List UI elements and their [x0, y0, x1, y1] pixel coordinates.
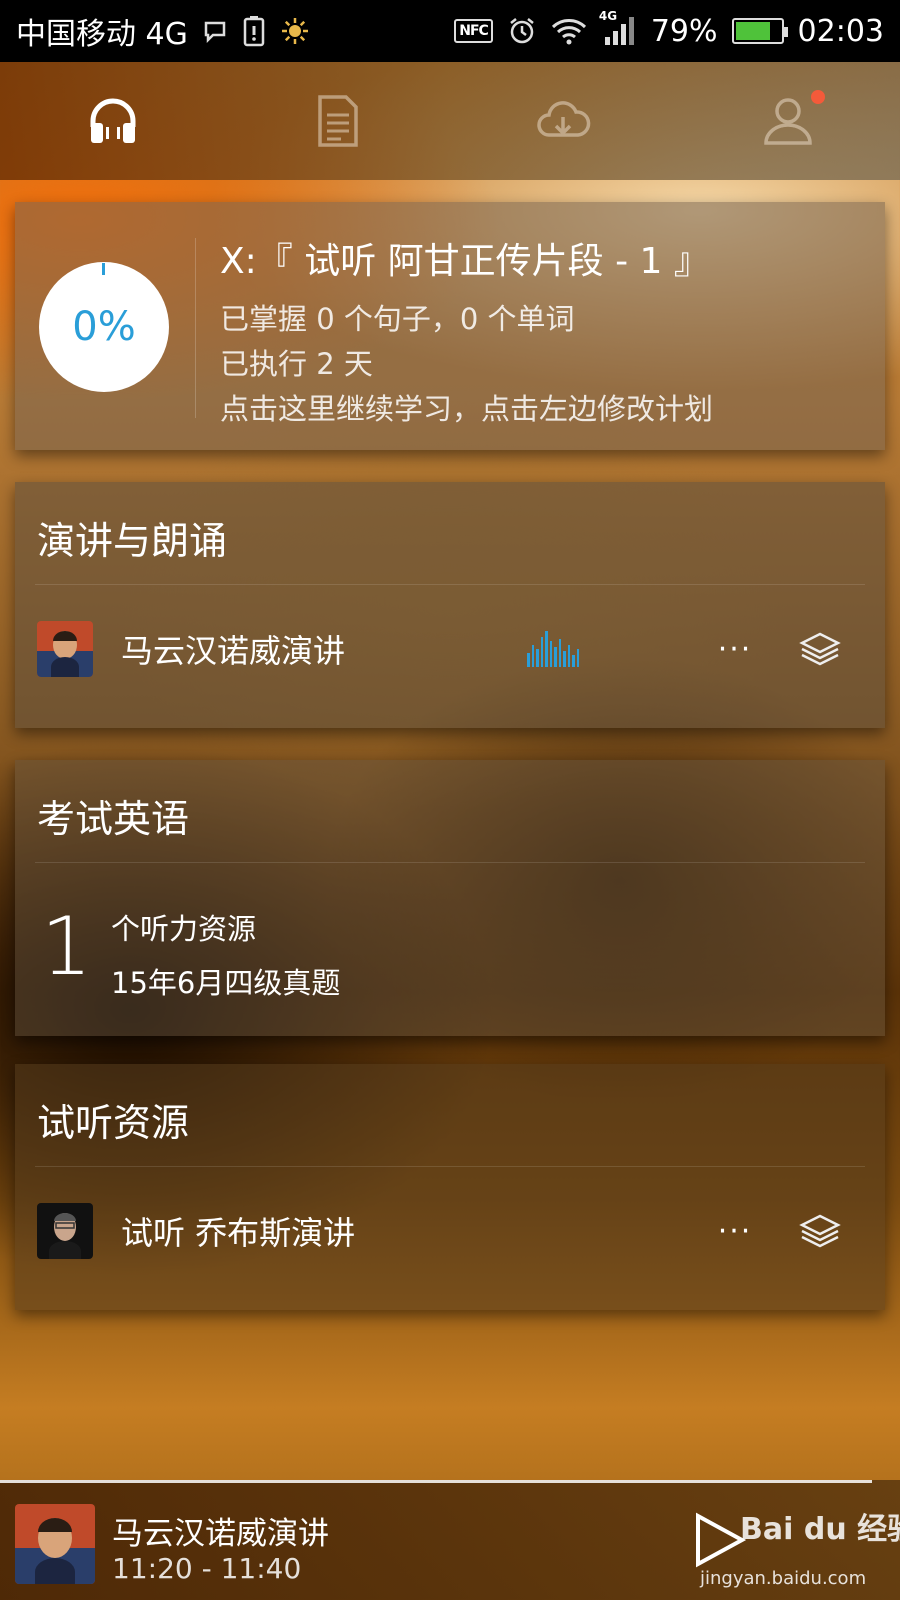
- item-title: 马云汉诺威演讲: [121, 632, 346, 670]
- resource-unit-label: 个听力资源: [111, 912, 257, 946]
- plan-title: X:『 试听 阿甘正传片段 - 1 』: [220, 241, 710, 282]
- progress-indicator: [102, 263, 105, 275]
- more-icon: ···: [717, 631, 753, 667]
- status-bar: 中国移动 4G NFC 4G 79% 02:03: [0, 0, 900, 62]
- list-item[interactable]: 马云汉诺威演讲 ···: [15, 594, 885, 704]
- watermark-url: jingyan.baidu.com: [700, 1568, 867, 1589]
- layers-icon: [799, 632, 841, 666]
- resource-name: 15年6月四级真题: [111, 966, 341, 1000]
- speech-section: 演讲与朗诵 马云汉诺威演讲 ···: [15, 482, 885, 728]
- battery-icon: [731, 18, 788, 44]
- plan-mastered: 已掌握 0 个句子，0 个单词: [220, 302, 575, 336]
- tab-downloads[interactable]: [450, 62, 675, 180]
- layers-icon: [799, 1214, 841, 1248]
- clock: 02:03: [797, 13, 884, 49]
- now-playing-title: 马云汉诺威演讲: [112, 1516, 329, 1552]
- divider: [35, 1166, 865, 1167]
- plan-progress-circle[interactable]: 0%: [39, 262, 169, 392]
- section-title: 试听资源: [37, 1101, 190, 1145]
- user-icon: [763, 98, 812, 145]
- plan-executed: 已执行 2 天: [220, 347, 373, 381]
- headphones-icon: [90, 98, 135, 143]
- now-playing-time: 11:20 - 11:40: [112, 1552, 302, 1585]
- more-icon: ···: [717, 1213, 753, 1249]
- section-title: 考试英语: [37, 797, 190, 841]
- message-icon: [202, 18, 228, 44]
- divider: [35, 584, 865, 585]
- sun-icon: [280, 16, 310, 46]
- document-icon: [317, 95, 358, 147]
- alarm-icon: [507, 16, 537, 46]
- battery-warning-icon: [242, 15, 266, 47]
- cloud-download-icon: [536, 101, 590, 137]
- now-playing-artwork: [15, 1504, 95, 1584]
- list-item[interactable]: 试听 乔布斯演讲 ···: [15, 1176, 885, 1286]
- tab-bar: [0, 62, 900, 180]
- tab-documents[interactable]: [225, 62, 450, 180]
- divider: [35, 862, 865, 863]
- signal-icon: 4G: [599, 9, 637, 47]
- notification-dot: [811, 90, 825, 104]
- study-plan-card[interactable]: 0% X:『 试听 阿甘正传片段 - 1 』 已掌握 0 个句子，0 个单词 已…: [15, 202, 885, 450]
- carrier-label: 中国移动 4G: [16, 17, 188, 52]
- more-options-button[interactable]: ···: [715, 629, 755, 669]
- network-type-label: 4G: [598, 9, 618, 23]
- progress-label: 0%: [72, 304, 136, 350]
- resource-count: 1: [41, 900, 92, 993]
- item-title: 试听 乔布斯演讲: [121, 1214, 356, 1252]
- battery-percent: 79%: [650, 13, 718, 49]
- divider: [195, 238, 196, 418]
- section-title: 演讲与朗诵: [37, 519, 228, 563]
- watermark-logo: Bai du 经验: [740, 1512, 900, 1547]
- more-options-button[interactable]: ···: [715, 1211, 755, 1251]
- player-progress-bar: [0, 1480, 872, 1483]
- tab-listening[interactable]: [0, 62, 225, 180]
- mini-player[interactable]: 马云汉诺威演讲 11:20 - 11:40 Bai du 经验 jingyan.…: [0, 1480, 900, 1600]
- nfc-icon: NFC: [454, 19, 493, 43]
- tab-profile[interactable]: [675, 62, 900, 180]
- avatar: [37, 621, 93, 677]
- layers-button[interactable]: [797, 1208, 843, 1254]
- trial-resources-section: 试听资源 试听 乔布斯演讲 ···: [15, 1064, 885, 1310]
- exam-english-section[interactable]: 考试英语 1 个听力资源 15年6月四级真题: [15, 760, 885, 1036]
- plan-hint: 点击这里继续学习，点击左边修改计划: [220, 392, 714, 426]
- avatar: [37, 1203, 93, 1259]
- wifi-icon: [551, 17, 587, 45]
- layers-button[interactable]: [797, 626, 843, 672]
- playing-waveform-icon: [527, 631, 579, 667]
